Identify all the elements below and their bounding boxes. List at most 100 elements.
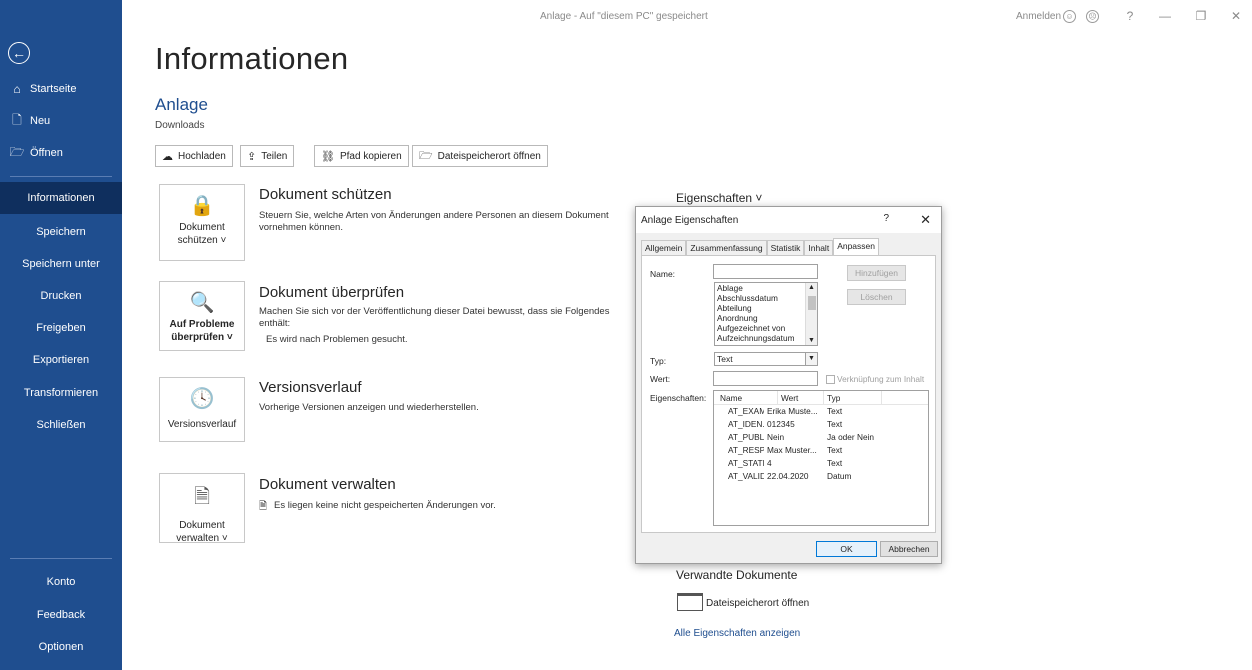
value-label: Wert:	[650, 374, 671, 384]
open-file-location-button[interactable]: 🗁 Dateispeicherort öffnen	[412, 145, 548, 167]
properties-label: Eigenschaften:	[650, 393, 707, 403]
folder-open-icon: 🗁	[9, 144, 25, 159]
add-button[interactable]: Hinzufügen	[847, 265, 906, 281]
sidebar-item-drucken[interactable]: Drucken	[0, 280, 122, 312]
link-icon: ⛓	[321, 150, 335, 163]
ok-button[interactable]: OK	[816, 541, 877, 557]
sidebar-item-speichern[interactable]: Speichern	[0, 216, 122, 248]
list-item[interactable]: Anordnung	[717, 313, 817, 323]
table-cell: AT_VALID...	[728, 471, 764, 481]
sidebar-item-label: Startseite	[30, 83, 77, 95]
sidebar-item-optionen[interactable]: Optionen	[0, 631, 122, 663]
table-cell: Ja oder Nein	[827, 432, 875, 442]
sidebar-item-feedback[interactable]: Feedback	[0, 599, 122, 631]
list-item[interactable]: Aufgezeichnet von	[717, 323, 817, 333]
show-all-properties-link[interactable]: Alle Eigenschaften anzeigen	[674, 628, 800, 639]
sidebar-item-label: Neu	[30, 115, 51, 127]
minimize-icon[interactable]: —	[1157, 8, 1173, 24]
scroll-up-icon[interactable]: ▲	[808, 284, 815, 291]
card-label: Auf Probleme	[169, 319, 235, 330]
dialog-close-icon[interactable]: ✕	[920, 212, 931, 228]
share-button[interactable]: ⇪ Teilen	[240, 145, 295, 167]
smiley-sad-icon[interactable]: ☹	[1086, 10, 1099, 23]
sidebar-item-konto[interactable]: Konto	[0, 566, 122, 598]
table-row[interactable]: AT_IDEN... 012345 Text	[714, 418, 928, 431]
sidebar-item-exportieren[interactable]: Exportieren	[0, 344, 122, 376]
restore-icon[interactable]: ❐	[1193, 8, 1209, 24]
document-name: Anlage	[155, 95, 208, 114]
column-header-value[interactable]: Wert	[778, 391, 824, 404]
page-title: Informationen	[155, 41, 349, 76]
table-cell: Nein	[767, 432, 785, 442]
close-icon[interactable]: ✕	[1228, 8, 1244, 24]
version-history-button[interactable]: 🕓 Versionsverlauf	[159, 377, 245, 442]
table-header: Name Wert Typ	[714, 391, 928, 405]
sidebar-item-neu[interactable]: 🗋 Neu	[10, 110, 50, 132]
properties-title[interactable]: Eigenschaften ˅	[676, 191, 762, 205]
sidebar-item-speichern-unter[interactable]: Speichern unter	[0, 248, 122, 280]
help-icon[interactable]: ?	[1122, 8, 1138, 24]
copy-path-button[interactable]: ⛓ Pfad kopieren	[314, 145, 409, 167]
card-label: verwalten ˅	[176, 532, 228, 544]
table-cell: Text	[827, 419, 843, 429]
delete-button[interactable]: Löschen	[847, 289, 906, 305]
scroll-thumb[interactable]	[808, 296, 816, 310]
table-row[interactable]: AT_EXAM... Erika Muste... Text	[714, 405, 928, 418]
tab-inhalt[interactable]: Inhalt	[804, 240, 834, 255]
cancel-button[interactable]: Abbrechen	[880, 541, 938, 557]
table-cell: AT_PUBLI...	[728, 432, 764, 442]
scroll-down-icon[interactable]: ▼	[808, 337, 815, 344]
home-icon: ⌂	[13, 82, 21, 96]
table-row[interactable]: AT_RESP... Max Muster... Text	[714, 444, 928, 457]
upload-button[interactable]: ☁ Hochladen	[155, 145, 233, 167]
list-item[interactable]: Abteilung	[717, 303, 817, 313]
name-listbox[interactable]: Ablage Abschlussdatum Abteilung Anordnun…	[714, 282, 818, 346]
list-item[interactable]: Aufzeichnungsdatum	[717, 333, 817, 343]
sidebar-item-transformieren[interactable]: Transformieren	[0, 377, 122, 409]
listbox-scrollbar[interactable]: ▲ ▼	[805, 283, 817, 345]
table-row[interactable]: AT_PUBLI... Nein Ja oder Nein	[714, 431, 928, 444]
check-issues-button[interactable]: 🔍 Auf Probleme überprüfen ˅	[159, 281, 245, 351]
protect-document-button[interactable]: 🔒 Dokument schützen ˅	[159, 184, 245, 261]
back-arrow-icon[interactable]: ←	[8, 42, 30, 64]
type-select[interactable]: Text ▼	[714, 352, 818, 366]
column-header-type[interactable]: Typ	[824, 391, 882, 404]
dialog-help-icon[interactable]: ?	[883, 213, 889, 224]
table-row[interactable]: AT_VALID... 22.04.2020 Datum	[714, 470, 928, 483]
sidebar-item-informationen[interactable]: Informationen	[0, 182, 122, 214]
section-title: Versionsverlauf	[259, 379, 362, 396]
column-header-name[interactable]: Name	[714, 391, 778, 404]
manage-document-button[interactable]: 🗎 Dokument verwalten ˅	[159, 473, 245, 544]
tab-zusammenfassung[interactable]: Zusammenfassung	[686, 240, 767, 255]
sidebar-item-schliessen[interactable]: Schließen	[0, 409, 122, 441]
list-item[interactable]: Abschlussdatum	[717, 293, 817, 303]
sidebar-item-startseite[interactable]: ⌂ Startseite	[10, 78, 76, 100]
sidebar-divider	[10, 176, 112, 177]
history-clock-icon: 🕓	[189, 388, 215, 410]
table-cell: 4	[767, 458, 772, 468]
open-file-location-label: Dateispeicherort öffnen	[437, 150, 541, 162]
open-file-location-link[interactable]: Dateispeicherort öffnen	[706, 598, 809, 609]
table-cell: 012345	[767, 419, 795, 429]
section-title: Dokument verwalten	[259, 476, 396, 493]
sidebar-divider	[10, 558, 112, 559]
dialog-title: Anlage Eigenschaften	[641, 214, 739, 226]
sidebar-item-freigeben[interactable]: Freigeben	[0, 312, 122, 344]
smiley-happy-icon[interactable]: ☺	[1063, 10, 1076, 23]
list-item[interactable]: Ablage	[717, 283, 817, 293]
sidebar-item-oeffnen[interactable]: 🗁 Öffnen	[10, 142, 63, 164]
sign-in-link[interactable]: Anmelden	[1016, 11, 1061, 22]
tab-anpassen[interactable]: Anpassen	[833, 238, 879, 255]
tab-allgemein[interactable]: Allgemein	[641, 240, 687, 255]
table-row[interactable]: AT_STATE 4 Text	[714, 457, 928, 470]
chevron-down-icon[interactable]: ▼	[805, 353, 817, 365]
card-label: Versionsverlauf	[167, 419, 237, 430]
tab-statistik[interactable]: Statistik	[766, 240, 805, 255]
table-cell: Text	[827, 445, 843, 455]
value-input[interactable]	[713, 371, 818, 386]
link-to-content-checkbox[interactable]	[826, 375, 835, 384]
name-input[interactable]	[713, 264, 818, 279]
table-cell: Text	[827, 458, 843, 468]
section-text: Steuern Sie, welche Arten von Änderungen…	[259, 210, 609, 233]
properties-table[interactable]: Name Wert Typ AT_EXAM... Erika Muste... …	[713, 390, 929, 526]
